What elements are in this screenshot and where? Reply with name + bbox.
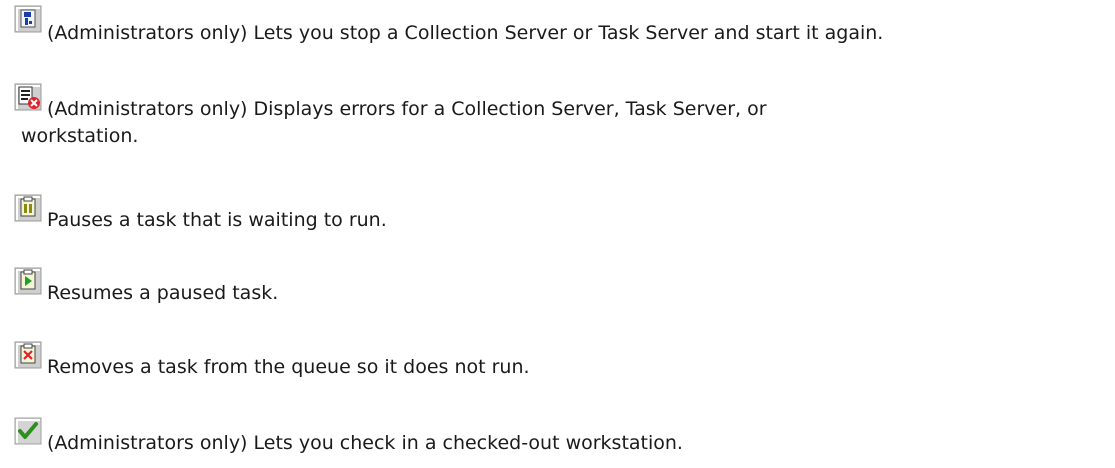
- restart-description: (Administrators only) Lets you stop a Co…: [47, 22, 884, 44]
- check-in-entry: (Administrators only) Lets you check in …: [13, 416, 1113, 457]
- remove-description: Removes a task from the queue so it does…: [47, 356, 530, 378]
- check-in-description: (Administrators only) Lets you check in …: [47, 432, 683, 454]
- pause-description: Pauses a task that is waiting to run.: [47, 209, 387, 231]
- remove-task-icon[interactable]: [13, 340, 43, 370]
- error-log-description-line2: workstation.: [21, 125, 139, 147]
- remove-entry: Removes a task from the queue so it does…: [13, 340, 1113, 381]
- error-log-icon[interactable]: [13, 82, 43, 112]
- error-log-description-line1: (Administrators only) Displays errors fo…: [47, 98, 767, 120]
- restart-server-icon[interactable]: [13, 4, 43, 34]
- resume-task-icon[interactable]: [13, 266, 43, 296]
- check-in-icon[interactable]: [13, 416, 43, 446]
- resume-entry: Resumes a paused task.: [13, 266, 1113, 307]
- restart-entry: (Administrators only) Lets you stop a Co…: [13, 4, 1113, 47]
- pause-entry: Pauses a task that is waiting to run.: [13, 193, 1113, 234]
- error-log-entry: (Administrators only) Displays errors fo…: [13, 82, 1113, 150]
- resume-description: Resumes a paused task.: [47, 282, 279, 304]
- pause-task-icon[interactable]: [13, 193, 43, 223]
